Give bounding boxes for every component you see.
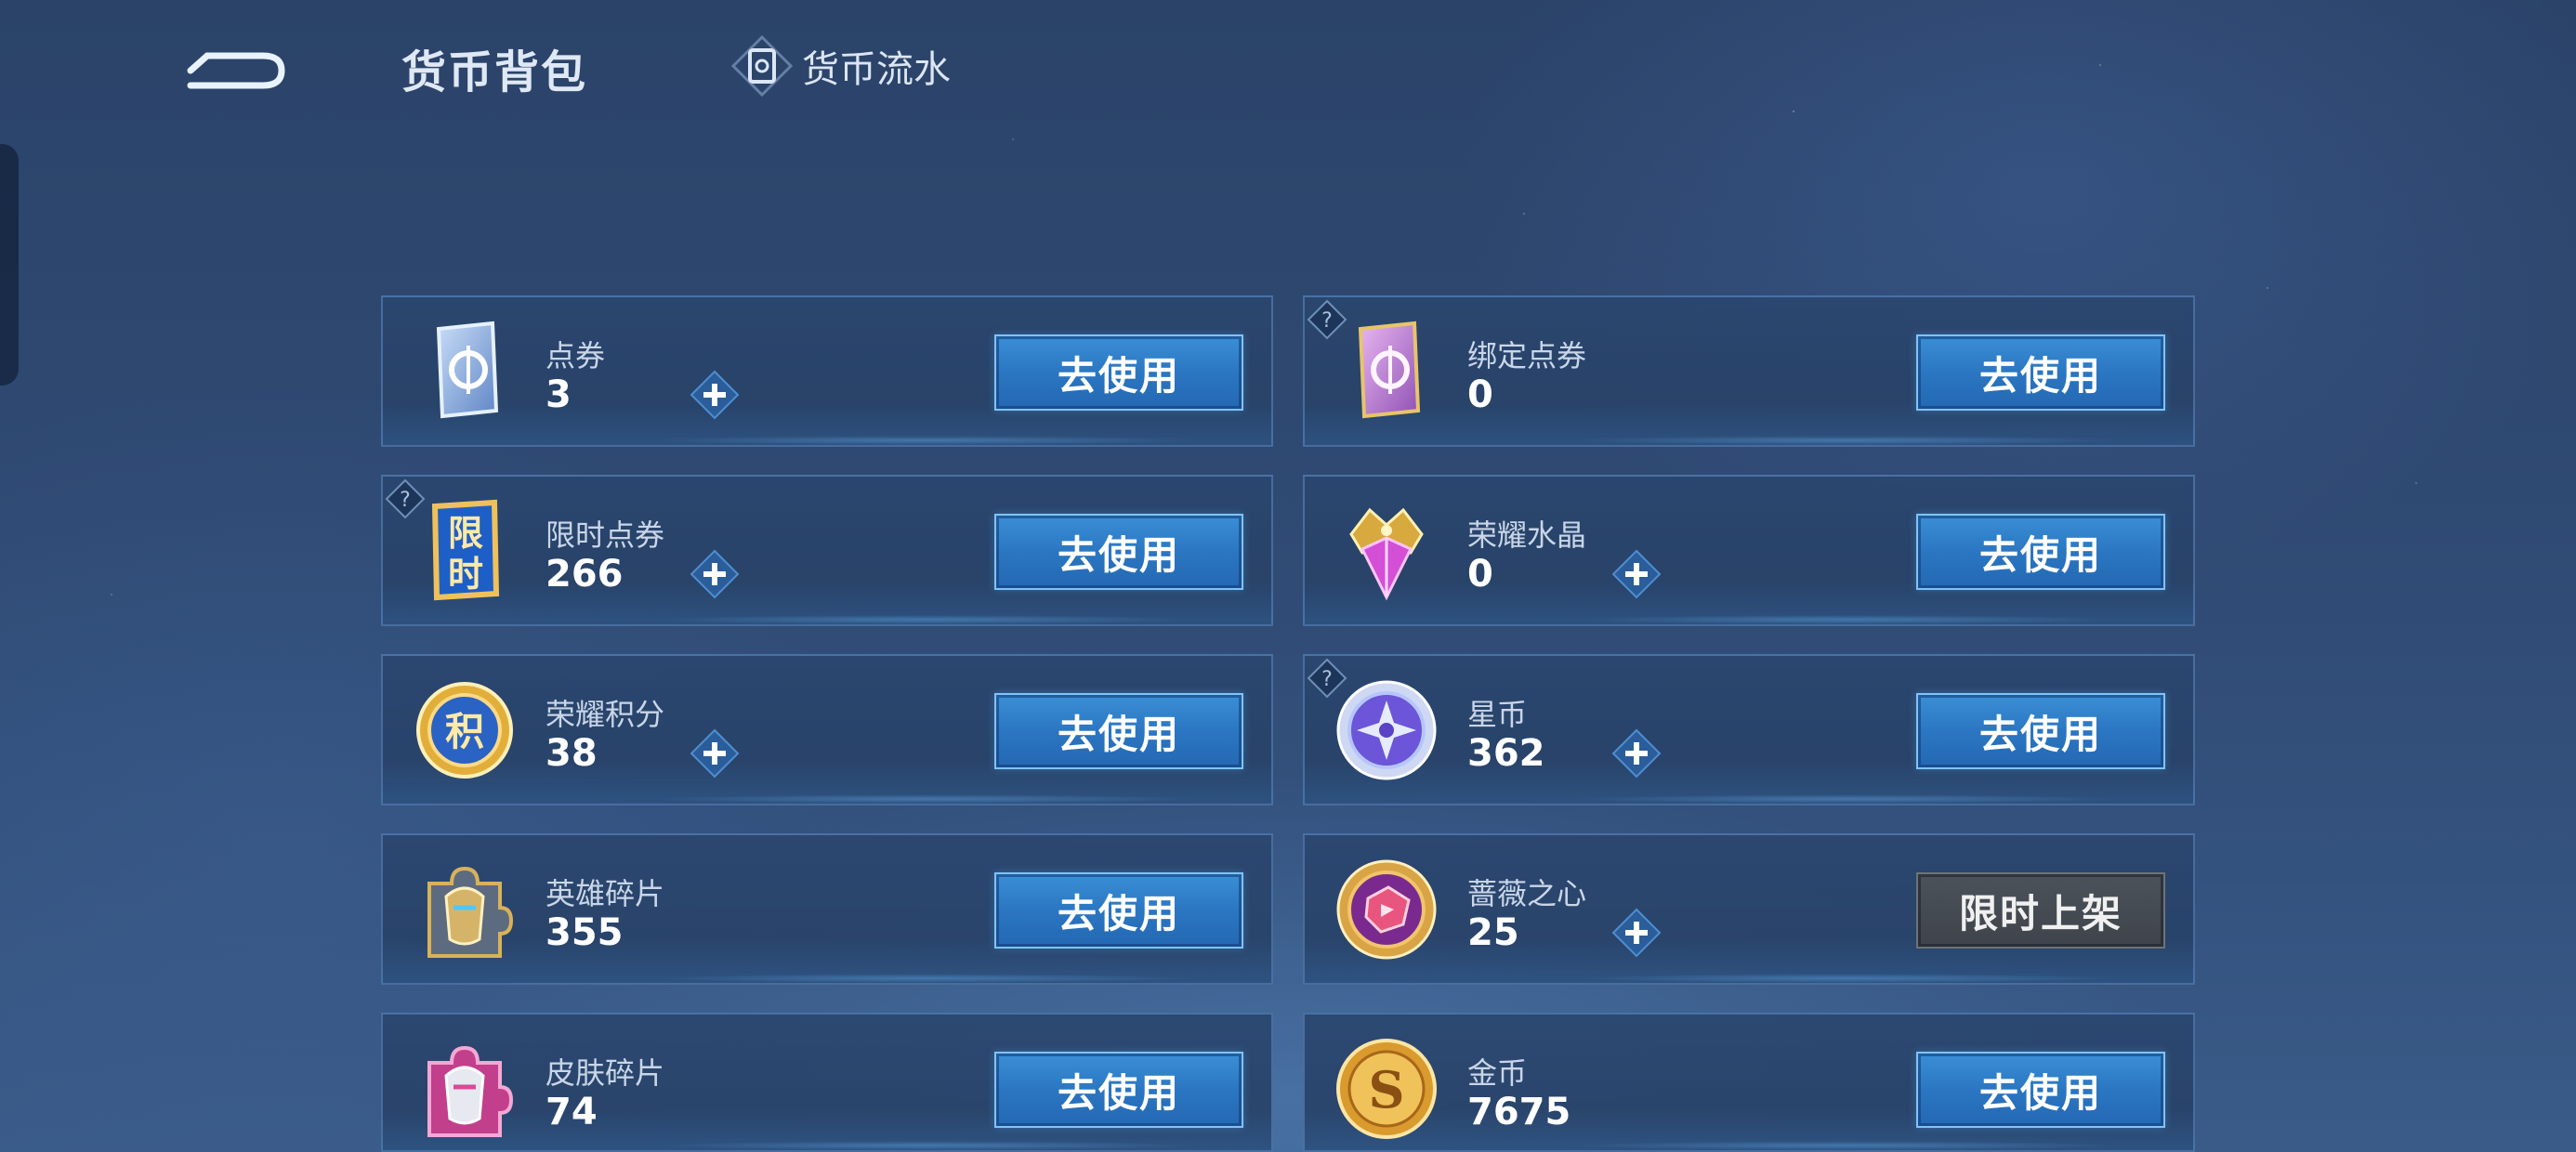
use-button[interactable]: 去使用: [1916, 1052, 2165, 1128]
add-plus-icon[interactable]: [690, 549, 740, 599]
currency-name: 点券: [545, 338, 606, 373]
add-plus-icon[interactable]: [1611, 549, 1662, 599]
glory-crystal-icon: [1349, 507, 1424, 601]
currency-card-hero-fragment: 英雄碎片 355 去使用: [381, 833, 1273, 985]
currency-flow-link[interactable]: 货币流水: [729, 33, 951, 98]
currency-value: 25: [1467, 911, 1519, 954]
hero-fragment-icon: [427, 866, 514, 958]
currency-card-coupon: 点券 3 去使用: [381, 295, 1273, 447]
limited-icon-top: 限: [448, 513, 483, 554]
ticket-flow-icon: [730, 34, 794, 98]
currency-card-glory-crystal: 荣耀水晶 0 去使用: [1303, 475, 2195, 626]
use-button[interactable]: 去使用: [1916, 334, 2165, 411]
use-button[interactable]: 去使用: [1916, 693, 2165, 769]
currency-name: 金币: [1467, 1055, 1528, 1091]
currency-name: 荣耀水晶: [1467, 517, 1587, 553]
use-button[interactable]: 去使用: [994, 872, 1243, 949]
use-button[interactable]: 去使用: [994, 693, 1243, 769]
rose-heart-icon: [1336, 859, 1437, 960]
side-handle[interactable]: [0, 144, 19, 386]
add-plus-icon[interactable]: [690, 728, 740, 779]
currency-card-bound-coupon: ? 绑定点券 0 去使用: [1303, 295, 2195, 447]
add-plus-icon[interactable]: [1611, 728, 1662, 779]
currency-card-limited-coupon: ? 限 时 限时点券 266 去使用: [381, 475, 1273, 626]
coupon-icon: [436, 321, 499, 419]
currency-value: 0: [1467, 553, 1493, 596]
currency-value: 7675: [1467, 1091, 1571, 1133]
back-arrow-icon[interactable]: [181, 35, 293, 100]
currency-name: 限时点券: [545, 517, 665, 553]
svg-text:S: S: [1369, 1060, 1405, 1119]
header: 货币背包 货币流水: [0, 28, 2576, 102]
limited-icon-bottom: 时: [448, 554, 483, 595]
gold-coin-icon: S: [1336, 1039, 1437, 1139]
add-plus-icon[interactable]: [690, 370, 740, 420]
glory-points-icon: 积: [416, 682, 513, 779]
currency-name: 荣耀积分: [545, 697, 665, 732]
currency-card-star-coin: ? 星币 362 去使用: [1303, 654, 2195, 805]
use-button[interactable]: 去使用: [994, 334, 1243, 411]
limited-coupon-icon: 限 时: [431, 499, 500, 601]
bound-coupon-icon: [1358, 321, 1421, 419]
add-plus-icon[interactable]: [1611, 908, 1662, 958]
currency-card-gold-coin: S 金币 7675 去使用: [1303, 1013, 2195, 1152]
currency-name: 星币: [1467, 697, 1528, 732]
currency-card-skin-fragment: 皮肤碎片 74 去使用: [381, 1013, 1273, 1152]
currency-value: 266: [545, 553, 624, 596]
currency-name: 英雄碎片: [545, 876, 665, 911]
use-button[interactable]: 去使用: [1916, 514, 2165, 590]
use-button[interactable]: 去使用: [994, 1052, 1243, 1128]
svg-text:?: ?: [400, 489, 411, 512]
page-title: 货币背包: [401, 46, 588, 98]
points-icon-text: 积: [445, 709, 484, 754]
star-coin-icon: [1336, 680, 1437, 780]
currency-name: 皮肤碎片: [545, 1055, 665, 1091]
currency-value: 38: [545, 732, 598, 775]
currency-value: 355: [545, 911, 624, 954]
currency-flow-label: 货币流水: [802, 48, 951, 91]
currency-card-rose-heart: 蔷薇之心 25 限时上架: [1303, 833, 2195, 985]
currency-name: 绑定点券: [1467, 338, 1587, 373]
currency-value: 362: [1467, 732, 1545, 775]
use-button[interactable]: 去使用: [994, 514, 1243, 590]
currency-name: 蔷薇之心: [1467, 876, 1587, 911]
currency-value: 74: [545, 1091, 598, 1133]
currency-card-glory-points: 积 荣耀积分 38 去使用: [381, 654, 1273, 805]
currency-value: 3: [545, 373, 572, 416]
limited-listing-button[interactable]: 限时上架: [1916, 872, 2165, 949]
skin-fragment-icon: [427, 1045, 514, 1137]
svg-text:?: ?: [1321, 309, 1333, 333]
svg-text:?: ?: [1321, 668, 1333, 691]
currency-value: 0: [1467, 373, 1493, 416]
